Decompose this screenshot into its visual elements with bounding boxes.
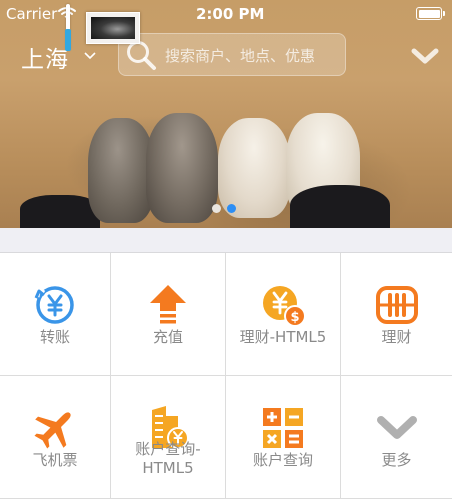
grid-item-account-html5[interactable]: 账户查询- HTML5 bbox=[111, 376, 226, 499]
grid-item-label: 转账 bbox=[39, 328, 70, 346]
grid-item-transfer[interactable]: 转账 bbox=[0, 253, 111, 376]
section-divider bbox=[0, 228, 452, 253]
banner-photo-slipper bbox=[218, 118, 290, 218]
city-selector[interactable]: 上海 bbox=[21, 40, 69, 74]
grid-item-finance[interactable]: 理财 bbox=[341, 253, 452, 376]
search-input[interactable] bbox=[163, 34, 343, 77]
page-dot[interactable] bbox=[212, 204, 221, 213]
search-bar[interactable] bbox=[118, 33, 346, 77]
grid-item-label: 账户查询 bbox=[252, 451, 313, 469]
banner-photo-slipper bbox=[146, 113, 218, 223]
text-cursor-handle[interactable] bbox=[65, 4, 71, 51]
grid-item-label: 账户查询- HTML5 bbox=[111, 440, 225, 478]
banner-page-indicator[interactable] bbox=[212, 204, 236, 213]
grid-item-more[interactable]: 更多 bbox=[341, 376, 452, 499]
carrier-label: Carrier bbox=[6, 5, 58, 23]
recharge-upload-icon bbox=[144, 281, 192, 329]
page-dot-active[interactable] bbox=[227, 204, 236, 213]
grid-item-finance-html5[interactable]: $ 理财-HTML5 bbox=[226, 253, 341, 376]
clock: 2:00 PM bbox=[196, 5, 265, 23]
finance-coins-icon: $ bbox=[259, 281, 307, 329]
calculator-icon bbox=[259, 404, 307, 452]
grid-item-label: 更多 bbox=[381, 451, 412, 469]
banner-photo-slipper bbox=[88, 118, 154, 223]
screenshot-thumbnail[interactable] bbox=[86, 12, 140, 44]
grid-item-label: 充值 bbox=[152, 328, 183, 346]
grid-item-label: 理财 bbox=[381, 328, 412, 346]
expand-chevron-icon[interactable] bbox=[411, 47, 439, 71]
chevron-down-icon[interactable] bbox=[84, 45, 96, 64]
battery-icon bbox=[416, 7, 445, 20]
airplane-icon bbox=[31, 404, 79, 452]
chevron-down-icon bbox=[373, 404, 421, 452]
grid-item-recharge[interactable]: 充值 bbox=[111, 253, 226, 376]
function-grid: 转账 充值 $ 理财-HTML5 理财 飞机票 账户查询- HTML5 账户查询… bbox=[0, 253, 452, 499]
transfer-yuan-icon bbox=[31, 281, 79, 329]
grid-item-label-line: 账户查询- HTML5 bbox=[135, 440, 201, 477]
grid-item-label: 飞机票 bbox=[32, 451, 78, 469]
search-icon[interactable] bbox=[125, 39, 157, 75]
svg-text:$: $ bbox=[290, 310, 299, 325]
grid-item-label: 理财-HTML5 bbox=[239, 328, 327, 346]
grid-item-flights[interactable]: 飞机票 bbox=[0, 376, 111, 499]
banner-photo-shadow bbox=[290, 185, 390, 228]
abacus-icon bbox=[373, 281, 421, 329]
grid-item-account-query[interactable]: 账户查询 bbox=[226, 376, 341, 499]
